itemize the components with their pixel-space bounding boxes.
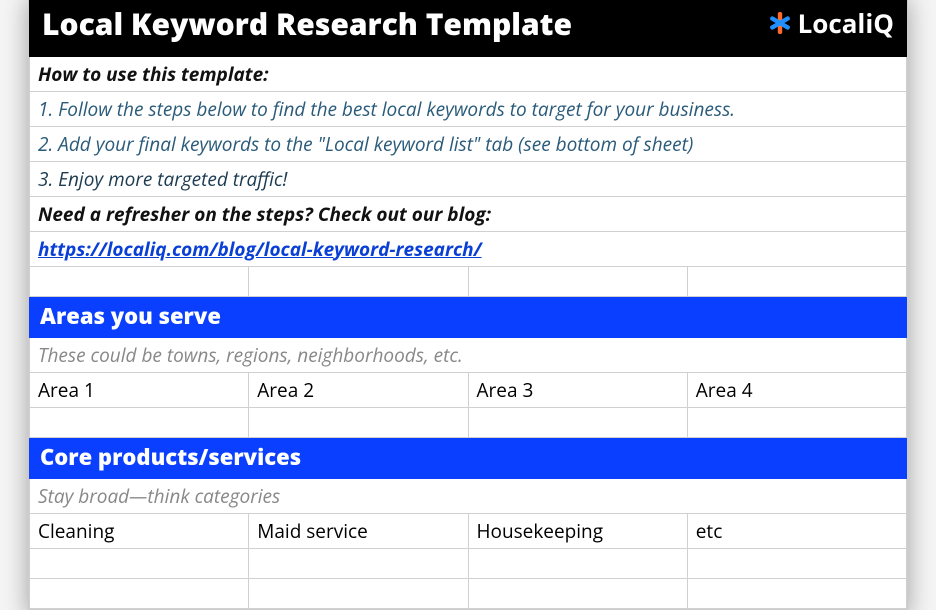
cell[interactable]: Area 3 <box>468 372 687 407</box>
instruction-step: 2. Add your final keywords to the "Local… <box>30 126 907 161</box>
blog-label: Need a refresher on the steps? Check out… <box>30 196 907 231</box>
empty-row <box>30 548 907 578</box>
cell[interactable] <box>30 548 249 578</box>
cell[interactable]: Maid service <box>249 513 468 548</box>
brand-logo: LocaliQ <box>768 5 894 41</box>
page-title: Local Keyword Research Template <box>42 3 572 44</box>
section-description-areas: These could be towns, regions, neighborh… <box>30 337 907 372</box>
instruction-step: 1. Follow the steps below to find the be… <box>30 91 907 126</box>
instructions-label: How to use this template: <box>30 56 907 91</box>
section-heading-areas: Areas you serve <box>30 296 907 337</box>
cell[interactable]: Housekeeping <box>468 513 687 548</box>
cell[interactable] <box>468 578 687 608</box>
empty-row <box>30 266 907 296</box>
cell[interactable]: Area 4 <box>687 372 906 407</box>
cell[interactable]: Area 1 <box>30 372 249 407</box>
cell[interactable]: Cleaning <box>30 513 249 548</box>
cell[interactable] <box>687 548 906 578</box>
cell[interactable]: Area 2 <box>249 372 468 407</box>
cell[interactable] <box>468 407 687 437</box>
empty-row <box>30 407 907 437</box>
cell[interactable] <box>687 578 906 608</box>
cell[interactable] <box>249 548 468 578</box>
table-row: Cleaning Maid service Housekeeping etc <box>30 513 907 548</box>
brand-name: LocaliQ <box>798 5 894 41</box>
section-description-services: Stay broad—think categories <box>30 478 907 513</box>
table-row: Area 1 Area 2 Area 3 Area 4 <box>30 372 907 407</box>
spreadsheet-template: Local Keyword Research Template Locali <box>28 0 908 610</box>
cell[interactable] <box>687 407 906 437</box>
blog-link[interactable]: https://localiq.com/blog/local-keyword-r… <box>38 236 482 262</box>
cell[interactable] <box>30 407 249 437</box>
cell[interactable] <box>249 578 468 608</box>
cell[interactable] <box>468 548 687 578</box>
cell[interactable]: etc <box>687 513 906 548</box>
localiq-asterisk-icon <box>768 11 792 35</box>
cell[interactable] <box>249 407 468 437</box>
cell[interactable] <box>468 266 687 296</box>
cell[interactable] <box>30 578 249 608</box>
cell[interactable] <box>249 266 468 296</box>
instruction-step: 3. Enjoy more targeted traffic! <box>30 161 907 196</box>
empty-row <box>30 578 907 608</box>
cell[interactable] <box>687 266 906 296</box>
sheet-table: Local Keyword Research Template Locali <box>29 0 907 609</box>
cell[interactable] <box>30 266 249 296</box>
section-heading-services: Core products/services <box>30 437 907 478</box>
title-row: Local Keyword Research Template Locali <box>30 0 907 56</box>
